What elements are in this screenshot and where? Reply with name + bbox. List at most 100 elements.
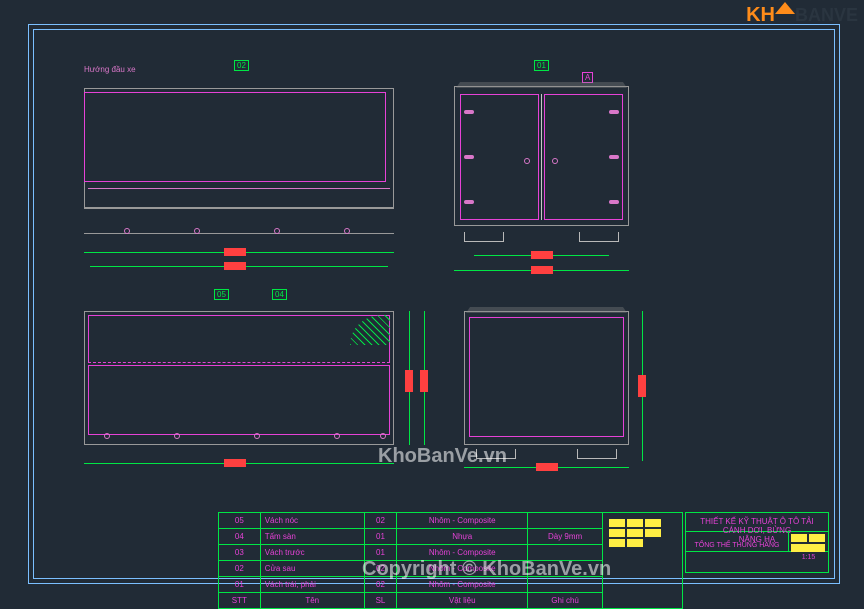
cell-no: 04 bbox=[219, 529, 261, 545]
cell-no: 03 bbox=[219, 545, 261, 561]
cell-note bbox=[528, 513, 603, 529]
lock-handle bbox=[552, 158, 558, 164]
chassis-foot bbox=[476, 449, 516, 459]
hinge bbox=[464, 110, 474, 114]
chassis-foot bbox=[464, 232, 504, 242]
hinge bbox=[609, 200, 619, 204]
tag-04: 04 bbox=[272, 289, 287, 300]
lock-handle bbox=[524, 158, 530, 164]
hdr-qty: SL bbox=[364, 593, 397, 609]
drawing-subtitle: TỔNG THỂ THÙNG HÀNG bbox=[686, 532, 788, 550]
dim-value bbox=[224, 248, 246, 256]
cell-no: 05 bbox=[219, 513, 261, 529]
scale-block: 1:15 bbox=[788, 532, 828, 550]
hdr-note: Ghi chú bbox=[528, 593, 603, 609]
dim-value bbox=[531, 251, 553, 259]
mount-point bbox=[344, 228, 350, 234]
company-block bbox=[686, 552, 828, 571]
stamp-cell bbox=[609, 539, 625, 547]
dim-value bbox=[531, 266, 553, 274]
roof-curve bbox=[456, 82, 627, 88]
mount-point bbox=[254, 433, 260, 439]
cell-no: 01 bbox=[219, 577, 261, 593]
mount-point bbox=[174, 433, 180, 439]
view-side-open: Hướng đầu xe 02 bbox=[84, 80, 394, 255]
hinge bbox=[609, 110, 619, 114]
cargo-panel bbox=[84, 92, 386, 182]
hdr-material: Vật liệu bbox=[397, 593, 528, 609]
mount-point bbox=[380, 433, 386, 439]
stamp-cell bbox=[609, 519, 625, 527]
cell-material: Nhôm - Composite bbox=[397, 545, 528, 561]
mount-point bbox=[334, 433, 340, 439]
chassis-foot bbox=[579, 232, 619, 242]
drawing-frame-inner: KHBANVE Hướng đầu xe 02 01 A bbox=[33, 29, 835, 579]
cell-material: Nhôm - Composite bbox=[397, 561, 528, 577]
hdr-no: STT bbox=[219, 593, 261, 609]
mount-point bbox=[104, 433, 110, 439]
cell-material: Nhôm - Composite bbox=[397, 577, 528, 593]
khobanve-logo: KH BANVE bbox=[746, 4, 858, 27]
front-panel bbox=[469, 317, 624, 437]
dim-value bbox=[224, 459, 246, 467]
chassis-foot bbox=[577, 449, 617, 459]
dim-value bbox=[536, 463, 558, 471]
tag-01: 01 bbox=[534, 60, 549, 71]
cell-note bbox=[528, 561, 603, 577]
stamp-cell bbox=[645, 519, 661, 527]
cell-qty: 01 bbox=[364, 529, 397, 545]
drawing-title: THIẾT KẾ KỸ THUẬT Ô TÔ TẢI CÁNH DƠI, BỬN… bbox=[686, 513, 828, 531]
stamp-cell bbox=[627, 519, 643, 527]
cell-note: Dày 9mm bbox=[528, 529, 603, 545]
cell-material: Nhôm - Composite bbox=[397, 513, 528, 529]
logo-part1: KH bbox=[746, 4, 775, 26]
view-side-closed: 05 04 bbox=[84, 305, 394, 475]
hinge bbox=[464, 155, 474, 159]
logo-part2: BANVE bbox=[795, 5, 858, 25]
mount-point bbox=[194, 228, 200, 234]
stamp-cell bbox=[609, 529, 625, 537]
cell-note bbox=[528, 545, 603, 561]
parts-list: 05 Vách nóc 02 Nhôm - Composite 04 bbox=[218, 512, 683, 609]
hdr-name: Tên bbox=[260, 593, 364, 609]
note-front-direction: Hướng đầu xe bbox=[84, 65, 136, 74]
view-front bbox=[464, 305, 629, 475]
approval-block bbox=[603, 513, 683, 609]
dim-value bbox=[420, 370, 428, 392]
floor-accent bbox=[88, 188, 390, 189]
stamp-cell bbox=[809, 534, 825, 542]
side-panel-upper bbox=[88, 315, 390, 363]
stamp-cell bbox=[791, 534, 807, 542]
door-split bbox=[541, 94, 542, 220]
tag-05: 05 bbox=[214, 289, 229, 300]
mount-point bbox=[274, 228, 280, 234]
house-icon bbox=[775, 2, 795, 14]
cell-material: Nhựa bbox=[397, 529, 528, 545]
hinge bbox=[464, 200, 474, 204]
stamp-cell bbox=[645, 529, 661, 537]
cell-name: Vách trái, phải bbox=[260, 577, 364, 593]
dim-value bbox=[405, 370, 413, 392]
cell-note bbox=[528, 577, 603, 593]
cell-name: Tấm sàn bbox=[260, 529, 364, 545]
cell-qty: 01 bbox=[364, 545, 397, 561]
tag-02: 02 bbox=[234, 60, 249, 71]
dim-value bbox=[638, 375, 646, 397]
cell-name: Vách nóc bbox=[260, 513, 364, 529]
stamp-cell bbox=[627, 539, 643, 547]
view-rear: 01 A bbox=[454, 80, 629, 260]
side-panel-lower bbox=[88, 365, 390, 435]
parts-table: 05 Vách nóc 02 Nhôm - Composite 04 bbox=[218, 512, 683, 609]
cell-no: 02 bbox=[219, 561, 261, 577]
title-block: THIẾT KẾ KỸ THUẬT Ô TÔ TẢI CÁNH DƠI, BỬN… bbox=[685, 512, 829, 573]
cell-name: Vách trước bbox=[260, 545, 364, 561]
cell-qty: 02 bbox=[364, 513, 397, 529]
table-row: 05 Vách nóc 02 Nhôm - Composite bbox=[219, 513, 683, 529]
cell-qty: 02 bbox=[364, 577, 397, 593]
cell-qty: 02 bbox=[364, 561, 397, 577]
dim-value bbox=[224, 262, 246, 270]
drawing-frame: KHBANVE Hướng đầu xe 02 01 A bbox=[28, 24, 840, 584]
cell-name: Cửa sau bbox=[260, 561, 364, 577]
hinge bbox=[609, 155, 619, 159]
roof-curve bbox=[466, 307, 627, 313]
